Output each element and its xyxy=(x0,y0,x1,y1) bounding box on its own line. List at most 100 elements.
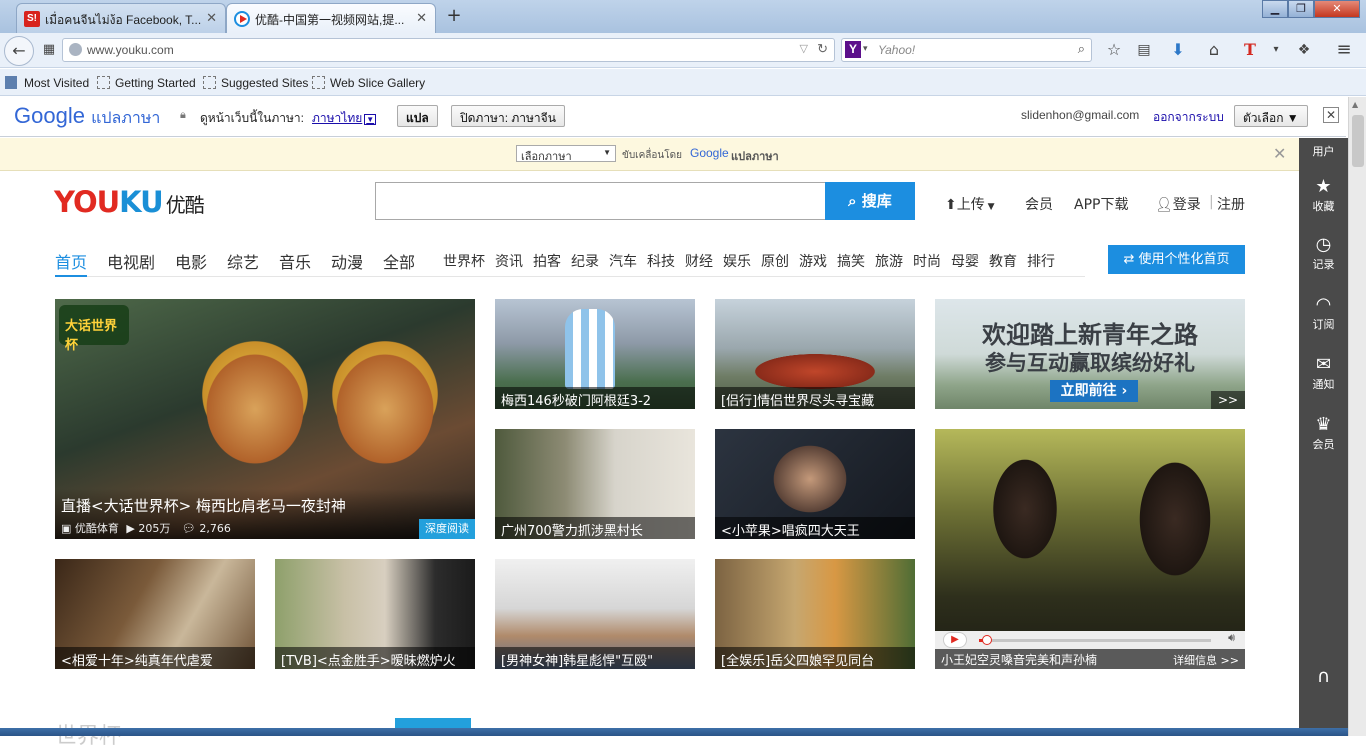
vip-link[interactable]: 会员 xyxy=(1025,194,1053,214)
download-icon[interactable]: ⬇ xyxy=(1164,37,1192,63)
minimize-button[interactable]: ▁ xyxy=(1262,0,1288,18)
promo-go-button[interactable]: 立即前往 › xyxy=(1050,380,1138,402)
tab-music[interactable]: 音乐 xyxy=(279,249,311,273)
tab-tv[interactable]: 电视剧 xyxy=(107,249,155,273)
page-info-icon[interactable]: ▦ xyxy=(35,37,63,63)
close-widget-icon[interactable]: ✕ xyxy=(1273,144,1286,164)
sidebar-user[interactable]: 用户 xyxy=(1299,143,1348,159)
scrollbar-thumb[interactable] xyxy=(1352,115,1364,167)
addon-dropdown-icon[interactable]: ▾ xyxy=(1262,37,1290,63)
bookmark-most-visited[interactable]: Most Visited xyxy=(5,76,89,90)
featured-video[interactable]: 大话世界杯 直播<大话世界杯> 梅西比肩老马一夜封神 ▣ 优酷体育 ▶ 205万… xyxy=(55,299,475,539)
tab-movie[interactable]: 电影 xyxy=(175,249,207,273)
sub-education[interactable]: 教育 xyxy=(989,251,1017,271)
youku-search-input[interactable] xyxy=(375,182,826,220)
tab-sanook[interactable]: S! เมื่อคนจีนไม่ง้อ Facebook, T... ✕ xyxy=(16,3,226,33)
close-tab-icon[interactable]: ✕ xyxy=(206,10,217,26)
bookmark-star-icon[interactable]: ☆ xyxy=(1100,37,1128,63)
extension-icon[interactable]: ❖ xyxy=(1290,37,1318,63)
featured-channel[interactable]: 优酷体育 xyxy=(75,522,119,535)
sub-games[interactable]: 游戏 xyxy=(799,251,827,271)
promo-banner[interactable]: 欢迎踏上新青年之路 参与互动赢取缤纷好礼 立即前往 › >> xyxy=(935,299,1245,409)
video-tile[interactable]: 梅西146秒破门阿根廷3-2 xyxy=(495,299,695,409)
language-select[interactable]: ภาษาไทย ▼ xyxy=(312,109,377,128)
register-link[interactable]: 注册 xyxy=(1217,194,1245,214)
play-button-icon[interactable]: ▶ xyxy=(943,632,967,648)
new-tab-button[interactable]: + xyxy=(444,6,464,26)
sub-fashion[interactable]: 时尚 xyxy=(913,251,941,271)
search-engine-field[interactable]: Y ▾ Yahoo! ⌕ xyxy=(841,38,1092,62)
sub-news[interactable]: 资讯 xyxy=(495,251,523,271)
video-tile[interactable]: [TVB]<点金胜手>暧昧燃炉火 xyxy=(275,559,475,669)
maximize-button[interactable]: ❐ xyxy=(1288,0,1314,18)
engine-dropdown-icon[interactable]: ▾ xyxy=(863,43,868,54)
dropdown-arrow-icon[interactable]: ▽ xyxy=(800,42,808,55)
promo-more-link[interactable]: >> xyxy=(1211,391,1245,409)
close-translate-icon[interactable]: ✕ xyxy=(1323,107,1339,123)
tab-all[interactable]: 全部 xyxy=(383,249,415,273)
volume-icon[interactable]: 🔊︎ xyxy=(1228,631,1235,645)
video-tile[interactable]: <小苹果>唱疯四大天王 xyxy=(715,429,915,539)
sub-travel[interactable]: 旅游 xyxy=(875,251,903,271)
tab-variety[interactable]: 综艺 xyxy=(227,249,259,273)
tab-label: เมื่อคนจีนไม่ง้อ Facebook, T... xyxy=(45,13,202,27)
sidebar-vip[interactable]: ♛ 会员 xyxy=(1299,414,1348,452)
home-icon[interactable]: ⌂ xyxy=(1200,37,1228,63)
signout-link[interactable]: ออกจากระบบ xyxy=(1153,108,1224,127)
bookmark-suggested-sites[interactable]: Suggested Sites xyxy=(203,76,308,90)
sub-tech[interactable]: 科技 xyxy=(647,251,675,271)
sidebar-subscriptions[interactable]: ◠ 订阅 xyxy=(1299,294,1348,332)
page-scrollbar[interactable]: ▲ xyxy=(1348,97,1366,736)
translate-addon-icon[interactable]: T xyxy=(1236,37,1264,63)
sub-world-cup[interactable]: 世界杯 xyxy=(443,251,485,271)
youku-logo[interactable]: YOUKU 优酷 xyxy=(54,185,205,221)
sub-finance[interactable]: 财经 xyxy=(685,251,713,271)
scroll-up-icon[interactable]: ▲ xyxy=(1352,100,1358,109)
sidebar-notifications[interactable]: ✉ 通知 xyxy=(1299,354,1348,392)
login-link[interactable]: 👤︎登录 xyxy=(1155,194,1201,214)
sidebar-favorites[interactable]: ★ 收藏 xyxy=(1299,176,1348,214)
search-icon[interactable]: ⌕ xyxy=(1078,41,1085,57)
progress-handle[interactable] xyxy=(981,635,992,645)
sidebar-history[interactable]: ◷ 记录 xyxy=(1299,234,1348,272)
window-close-button[interactable]: ✕ xyxy=(1314,0,1360,18)
show-original-button[interactable]: ปิดภาษา: ภาษาจีน xyxy=(451,105,565,127)
video-tile[interactable]: [男神女神]韩星彪悍"互殴" xyxy=(495,559,695,669)
sub-original[interactable]: 原创 xyxy=(761,251,789,271)
sub-entertainment[interactable]: 娱乐 xyxy=(723,251,751,271)
reading-list-icon[interactable]: ▤ xyxy=(1130,37,1158,63)
video-tile[interactable]: 广州700警力抓涉黑村长 xyxy=(495,429,695,539)
translate-button[interactable]: แปล xyxy=(397,105,438,127)
sub-ranking[interactable]: 排行 xyxy=(1027,251,1055,271)
app-download-link[interactable]: APP下载 xyxy=(1074,194,1128,214)
video-tile[interactable]: <相爱十年>纯真年代虐爱 xyxy=(55,559,255,669)
bookmark-getting-started[interactable]: Getting Started xyxy=(97,76,196,90)
close-tab-icon[interactable]: ✕ xyxy=(416,10,427,26)
url-bar[interactable]: www.youku.com ▽ ↻ xyxy=(62,38,835,62)
sub-funny[interactable]: 搞笑 xyxy=(837,251,865,271)
sub-auto[interactable]: 汽车 xyxy=(609,251,637,271)
youku-search-button[interactable]: ⌕ 搜库 xyxy=(825,182,915,220)
select-language-dropdown[interactable]: เลือกภาษา ▼ xyxy=(516,145,616,163)
detail-link[interactable]: 详细信息 >> xyxy=(1173,652,1239,668)
video-tile[interactable]: [侣行]情侣世界尽头寻宝藏 xyxy=(715,299,915,409)
deep-read-badge[interactable]: 深度阅读 xyxy=(419,519,475,539)
reload-icon[interactable]: ↻ xyxy=(817,41,828,57)
video-caption: [全娱乐]岳父四娘罕见同台 xyxy=(715,647,915,669)
options-button[interactable]: ตัวเลือก ▼ xyxy=(1234,105,1308,127)
back-button[interactable]: ← xyxy=(4,36,34,66)
personalize-button[interactable]: ⇄ 使用个性化首页 xyxy=(1108,245,1245,274)
tab-home[interactable]: 首页 xyxy=(55,249,88,277)
upload-link[interactable]: ⬆上传 ▼ xyxy=(945,194,995,214)
progress-track[interactable] xyxy=(979,635,1211,645)
video-tile[interactable]: [全娱乐]岳父四娘罕见同台 xyxy=(715,559,915,669)
bookmark-web-slice-gallery[interactable]: Web Slice Gallery xyxy=(312,76,425,90)
sub-baby[interactable]: 母婴 xyxy=(951,251,979,271)
sidebar-support[interactable]: ∩ xyxy=(1299,666,1348,688)
sub-documentary[interactable]: 纪录 xyxy=(571,251,599,271)
tab-anime[interactable]: 动漫 xyxy=(331,249,363,273)
sub-paike[interactable]: 拍客 xyxy=(533,251,561,271)
video-player[interactable]: ▶ 🔊︎ 小王妃空灵嗓音完美和声孙楠 详细信息 >> xyxy=(935,429,1245,669)
tab-youku[interactable]: 优酷-中国第一视频网站,提... ✕ xyxy=(226,3,436,33)
menu-icon[interactable]: ≡ xyxy=(1330,37,1358,63)
